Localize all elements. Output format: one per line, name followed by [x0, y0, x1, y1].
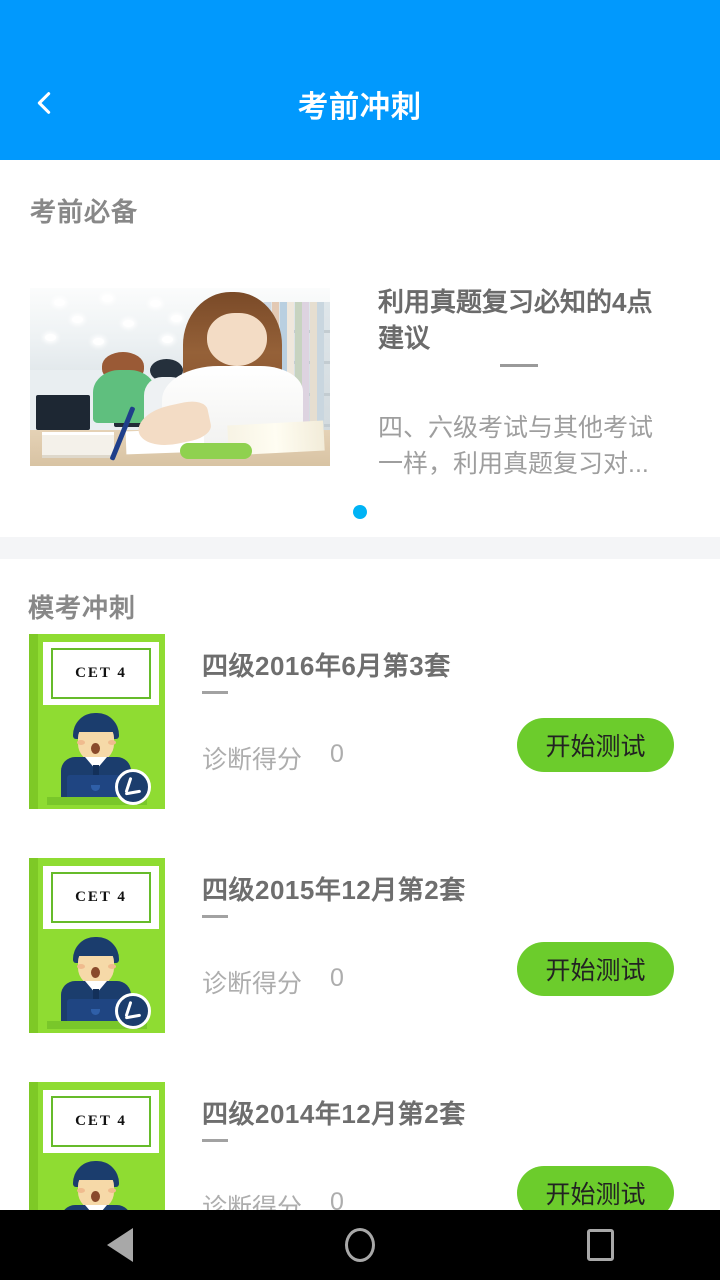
- nav-back-icon: [107, 1228, 133, 1262]
- article-title: 利用真题复习必知的4点建议: [378, 287, 653, 353]
- exam-title: 四级2015年12月第2套: [202, 875, 466, 905]
- student-illustration-icon: [29, 713, 165, 809]
- exam-divider: [202, 915, 228, 918]
- library-study-photo: [30, 288, 330, 466]
- exam-title: 四级2014年12月第2套: [202, 1099, 466, 1129]
- nav-recents-icon: [586, 1229, 614, 1261]
- carousel-dot-active[interactable]: [353, 505, 367, 519]
- start-test-button[interactable]: 开始测试: [517, 942, 674, 996]
- article-description: 四、六级考试与其他考试一样，利用真题复习对...: [378, 414, 654, 478]
- cet-label-text: CET 4: [75, 665, 127, 681]
- exam-cover-thumbnail[interactable]: CET 4: [29, 858, 165, 1033]
- nav-home-icon: [345, 1228, 375, 1262]
- page-title: 考前冲刺: [298, 91, 422, 124]
- cet-label: CET 4: [51, 1096, 151, 1147]
- exam-list: CET 4 四级2016年6月第3套 诊断得分 0 开始测试 CET 4 四级2…: [0, 632, 720, 1280]
- score-label: 诊断得分: [202, 970, 303, 998]
- start-test-button[interactable]: 开始测试: [517, 718, 674, 772]
- nav-recents-button[interactable]: [540, 1210, 660, 1280]
- cet-label: CET 4: [51, 648, 151, 699]
- nav-home-button[interactable]: [300, 1210, 420, 1280]
- score-value: 0: [330, 964, 344, 992]
- article-divider: [500, 364, 538, 367]
- score-label: 诊断得分: [202, 746, 303, 774]
- cet-label-text: CET 4: [75, 889, 127, 905]
- section-title-essentials: 考前必备: [30, 197, 139, 227]
- nav-back-button[interactable]: [60, 1210, 180, 1280]
- exam-divider: [202, 691, 228, 694]
- section-divider-band: [0, 537, 720, 559]
- cet-label-text: CET 4: [75, 1113, 127, 1129]
- section-title-mock: 模考冲刺: [28, 593, 137, 623]
- android-navigation-bar: [0, 1210, 720, 1280]
- app-header: 考前冲刺: [0, 0, 720, 160]
- student-illustration-icon: [29, 937, 165, 1033]
- exam-divider: [202, 1139, 228, 1142]
- article-thumbnail[interactable]: [30, 288, 330, 466]
- carousel-indicator[interactable]: [0, 505, 720, 524]
- exam-title: 四级2016年6月第3套: [202, 651, 451, 681]
- article-card[interactable]: 利用真题复习必知的4点建议 四、六级考试与其他考试一样，利用真题复习对...: [0, 270, 720, 520]
- score-value: 0: [330, 740, 344, 768]
- app-root: 考前冲刺 考前必备 利用真题复习必知的4点建议 四、六级考试与其他考试一样，利用…: [0, 0, 720, 1280]
- exam-list-item[interactable]: CET 4: [0, 856, 720, 1080]
- exam-cover-thumbnail[interactable]: CET 4: [29, 634, 165, 809]
- cet-label: CET 4: [51, 872, 151, 923]
- exam-list-item[interactable]: CET 4: [0, 632, 720, 856]
